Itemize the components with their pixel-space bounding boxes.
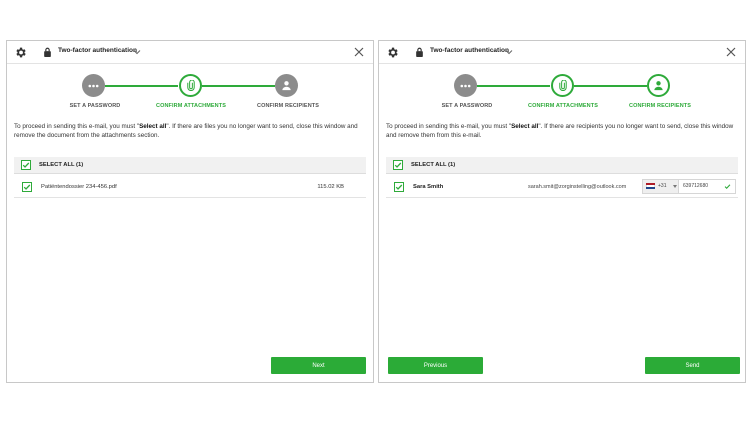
select-all-label: SELECT ALL (1) [39,162,84,168]
check-icon [724,184,731,190]
gear-icon[interactable] [14,46,27,59]
check-icon [23,184,31,190]
dialog-header: Two-factor authentication [7,41,373,64]
step-1-label: SET A PASSWORD [69,103,121,109]
check-icon [22,162,30,168]
select-all-checkbox[interactable] [21,160,31,170]
next-button[interactable]: Next [271,357,366,374]
recipient-name: Sara Smith [413,183,444,190]
list-item[interactable]: Sara Smith sarah.smit@zorginstelling@out… [386,176,738,198]
step-1-label: SET A PASSWORD [441,103,493,109]
instructions-text: To proceed in sending this e-mail, you m… [14,123,358,139]
country-code: +31 [658,183,667,189]
paperclip-icon [186,80,195,91]
step-3-circle [647,74,670,97]
stepper: SET A PASSWORD CONFIRM ATTACHMENTS CONFI… [379,73,745,123]
check-icon [394,162,402,168]
recipient-checkbox[interactable] [394,181,404,192]
chevron-down-icon [673,185,677,188]
list-item[interactable]: Patiëntendossier 234-456.pdf 115.02 KB [14,176,366,198]
dots-icon [88,84,99,87]
dots-icon [460,84,471,87]
dialog-title: Two-factor authentication [430,47,509,54]
flag-netherlands-icon [646,183,655,189]
user-icon [654,81,663,91]
select-all-checkbox[interactable] [393,160,403,170]
dialog-title: Two-factor authentication [58,47,137,54]
step-connector [574,85,647,87]
gear-icon[interactable] [386,46,399,59]
step-3-label: CONFIRM RECIPIENTS [629,103,691,109]
step-1-circle [454,74,477,97]
step-connector [477,85,550,87]
send-button[interactable]: Send [645,357,740,374]
step-connector [105,85,178,87]
select-all-row[interactable]: SELECT ALL (1) [386,157,738,174]
user-icon [282,81,291,91]
step-3-label: CONFIRM RECIPIENTS [257,103,319,109]
attachment-size: 115.02 KB [317,183,344,190]
dialog-header: Two-factor authentication [379,41,745,64]
close-icon[interactable] [354,47,364,57]
lock-icon [44,47,51,57]
paperclip-icon [558,80,567,91]
dialog-confirm-recipients: Two-factor authentication SET A PASSWORD… [378,40,746,383]
step-2-label: CONFIRM ATTACHMENTS [156,103,226,109]
chevron-down-icon[interactable] [505,49,513,55]
stepper: SET A PASSWORD CONFIRM ATTACHMENTS CONFI… [7,73,373,123]
step-2-circle [551,74,574,97]
recipient-email: sarah.smit@zorginstelling@outlook.com [528,183,627,190]
phone-field[interactable]: +31 639712680 [642,179,736,194]
previous-button[interactable]: Previous [388,357,483,374]
step-3-circle [275,74,298,97]
instructions-text: To proceed in sending this e-mail, you m… [386,123,734,139]
country-code-select[interactable]: +31 [643,180,679,193]
step-connector [202,85,275,87]
select-all-row[interactable]: SELECT ALL (1) [14,157,366,174]
step-1-circle [82,74,105,97]
item-checkbox[interactable] [22,181,32,192]
phone-number: 639712680 [683,183,709,189]
check-icon [395,184,403,190]
close-icon[interactable] [726,47,736,57]
dialog-confirm-attachments: Two-factor authentication SET A PASSWORD… [6,40,374,383]
step-2-circle [179,74,202,97]
step-2-label: CONFIRM ATTACHMENTS [528,103,598,109]
attachment-name: Patiëntendossier 234-456.pdf [41,183,117,190]
chevron-down-icon[interactable] [133,49,141,55]
lock-icon [416,47,423,57]
select-all-label: SELECT ALL (1) [411,162,456,168]
